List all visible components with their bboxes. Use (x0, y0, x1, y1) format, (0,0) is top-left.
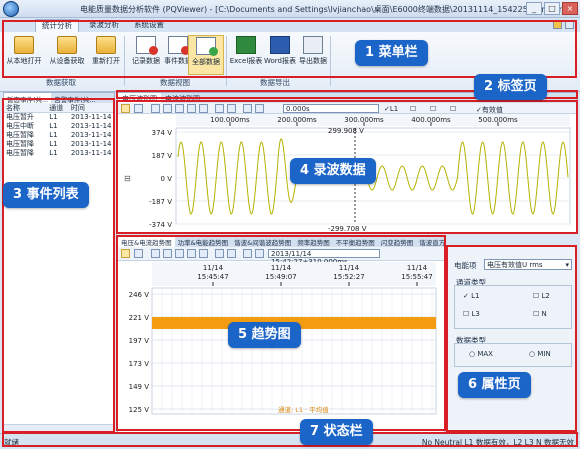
badge-tabs: 2 标签页 (474, 74, 547, 100)
callout-frame-statusbar (2, 432, 578, 447)
title-bar: 电能质量数据分析软件 (PQViewer) - [C:\Documents an… (0, 0, 580, 18)
minimize-button[interactable]: _ (526, 2, 542, 15)
maximize-button[interactable]: □ (544, 2, 560, 15)
callout-frame-menubar (2, 20, 577, 78)
close-button[interactable]: × (562, 2, 578, 15)
badge-property: 6 属性页 (458, 372, 531, 398)
group-label-acquire: 数据获取 (46, 78, 76, 87)
badge-event-list: 3 事件列表 (3, 182, 89, 208)
callout-frame-event-list (2, 98, 115, 433)
app-logo-icon (3, 1, 19, 17)
badge-menubar: 1 菜单栏 (355, 40, 428, 66)
callout-frame-property (446, 245, 577, 432)
badge-waveform: 4 录波数据 (290, 158, 376, 184)
group-label-view: 数据视图 (160, 78, 190, 87)
window-title: 电能质量数据分析软件 (PQViewer) - [C:\Documents an… (80, 5, 571, 14)
badge-statusbar: 7 状态栏 (300, 419, 373, 445)
badge-trend: 5 趋势图 (228, 322, 301, 348)
group-label-export: 数据导出 (260, 78, 290, 87)
